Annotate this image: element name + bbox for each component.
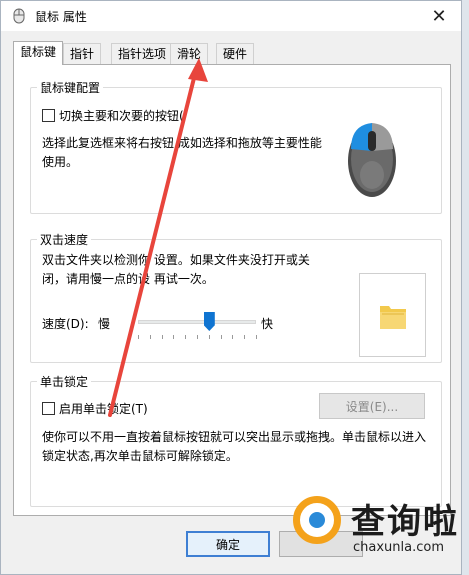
ok-button[interactable]: 确定 — [186, 531, 270, 557]
tab-pointer-options[interactable]: 指针选项 — [111, 43, 174, 64]
window-title: 鼠标 属性 — [35, 10, 87, 24]
title-bar: 鼠标 属性 ✕ — [1, 1, 461, 31]
speed-slider-tick — [185, 335, 187, 339]
speed-slider-track[interactable] — [138, 320, 256, 324]
speed-slider-tick — [256, 335, 257, 339]
speed-slider-tick — [197, 335, 198, 339]
close-button[interactable]: ✕ — [417, 1, 461, 31]
tab-hardware[interactable]: 硬件 — [216, 43, 255, 64]
click-lock-legend: 单击锁定 — [40, 375, 89, 389]
speed-slider-tick — [244, 335, 246, 339]
watermark-magnifier-icon — [293, 496, 341, 544]
test-folder-area[interactable] — [359, 273, 426, 357]
tab-panel-buttons: 鼠标键配置 切换主要和次要的按钮( 选择此复选框来将右按钮 成如选择和拖放等主要… — [13, 64, 451, 516]
speed-slider-tick — [173, 335, 175, 339]
double-click-legend: 双击速度 — [40, 233, 89, 247]
close-icon: ✕ — [431, 5, 447, 27]
speed-slider-tick — [161, 335, 163, 339]
mouse-app-icon — [13, 8, 25, 24]
switch-buttons-box[interactable] — [42, 109, 55, 122]
watermark-logo: 查询啦 chaxunla.com — [285, 488, 469, 575]
button-config-description: 选择此复选框来将右按钮 成如选择和拖放等主要性能使用。 — [42, 136, 322, 169]
speed-slider-tick — [208, 335, 210, 339]
speed-slider-tick — [138, 335, 139, 339]
speed-slider-tick — [220, 335, 222, 339]
double-click-description: 双击文件夹以检测你 设置。如果文件夹没打开或关闭，请用慢一点的设 再试一次。 — [42, 253, 310, 286]
click-lock-description: 使你可以不用一直按着鼠标按钮就可以突出显示或拖拽。单击鼠标以进入锁定状态,再次单… — [42, 430, 427, 463]
watermark-title: 查询啦 — [351, 502, 459, 542]
watermark-domain: chaxunla.com — [353, 540, 444, 555]
speed-label: 速度(D): — [42, 317, 89, 331]
folder-icon[interactable] — [378, 300, 408, 332]
tab-pointers[interactable]: 指针 — [63, 43, 102, 64]
switch-buttons-label: 切换主要和次要的按钮( — [59, 109, 184, 123]
speed-slow-label: 慢 — [98, 317, 111, 331]
click-lock-box[interactable] — [42, 402, 55, 415]
switch-buttons-checkbox[interactable]: 切换主要和次要的按钮( — [42, 107, 184, 124]
click-lock-settings-button[interactable]: 设置(E)... — [319, 393, 425, 419]
speed-slider-tick — [232, 335, 234, 339]
button-config-legend: 鼠标键配置 — [40, 81, 101, 95]
speed-slider-tick — [149, 335, 151, 339]
click-lock-checkbox[interactable]: 启用单击锁定(T) — [42, 400, 148, 417]
click-lock-label: 启用单击锁定(T) — [59, 402, 148, 416]
tab-buttons[interactable]: 鼠标键 — [13, 41, 64, 65]
speed-fast-label: 快 — [261, 317, 274, 331]
tab-wheel[interactable]: 滑轮 — [170, 43, 209, 64]
mouse-icon — [348, 123, 396, 197]
